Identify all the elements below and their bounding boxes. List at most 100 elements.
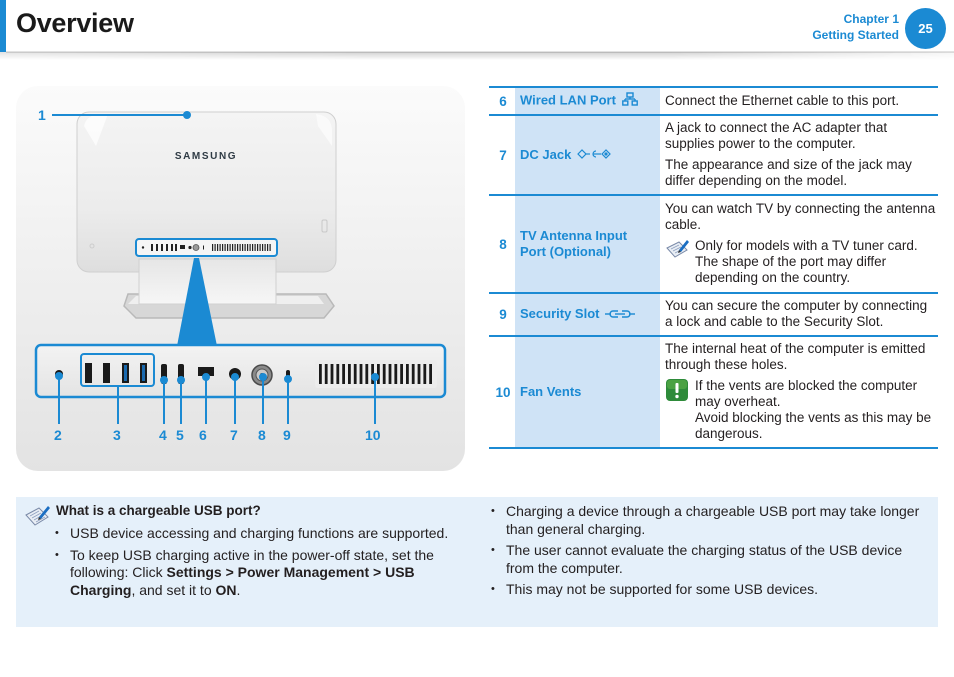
vent-slat [264, 244, 266, 251]
note-pencil-icon [665, 238, 695, 286]
vent-slat [217, 244, 219, 251]
dc-jack-icon [577, 147, 611, 163]
row-description: A jack to connect the AC adapter that su… [660, 115, 938, 195]
vent-slat [336, 364, 340, 384]
row-label: DC Jack [515, 115, 660, 195]
vent-slat [269, 244, 271, 251]
vent-slat [267, 244, 269, 251]
vent-slat [359, 364, 363, 384]
note-pencil-icon [24, 503, 52, 534]
lan-icon [621, 92, 638, 110]
row-number: 7 [499, 147, 507, 163]
vent-slat [257, 244, 259, 251]
list-item: USB device accessing and charging functi… [55, 525, 465, 543]
vent-slat [249, 244, 251, 251]
table-row: 10 Fan Vents The internal heat of the co… [489, 336, 938, 448]
list-item: This may not be supported for some USB d… [491, 581, 931, 599]
usb-port [85, 363, 92, 383]
vent-slat [252, 244, 254, 251]
vent-slat [227, 244, 229, 251]
list-item-text: , and set it to [131, 581, 216, 598]
table-row: 6 Wired LAN Port Connect the Ethernet ca… [489, 87, 938, 115]
row-description: The internal heat of the computer is emi… [660, 336, 938, 448]
stand-neck [138, 258, 277, 305]
row-label: Fan Vents [515, 336, 660, 448]
list-item: Charging a device through a chargeable U… [491, 503, 931, 538]
vent-slat [406, 364, 409, 384]
samsung-logo: SAMSUNG [175, 151, 237, 162]
chapter-label: Chapter 1 Getting Started [812, 11, 899, 43]
page-title: Overview [16, 8, 134, 38]
description-text: The appearance and size of the jack may … [665, 157, 912, 188]
row-description: Connect the Ethernet cable to this port. [660, 87, 938, 115]
vent-slat [224, 244, 226, 251]
vent-slat [348, 364, 351, 384]
vent-slat [262, 244, 264, 251]
row-label-text: Security Slot [520, 306, 600, 322]
description-text: A jack to connect the AC adapter that su… [665, 120, 888, 151]
vent-slat [342, 364, 345, 384]
chapter-number: Chapter 1 [843, 12, 899, 26]
vent-slat [365, 364, 369, 384]
vent-slat [259, 244, 261, 251]
vent-slat [234, 244, 236, 251]
row-label: TV Antenna Input Port (Optional) [515, 195, 660, 293]
caution-line-1: If the vents are blocked the computer ma… [695, 378, 918, 409]
vent-slat [353, 364, 357, 384]
list-item: To keep USB charging active in the power… [55, 547, 465, 600]
ports-table: 6 Wired LAN Port Connect the Ethernet ca… [489, 86, 938, 449]
computer-rear-illustration: SAMSUNG [34, 111, 447, 424]
table-row: 9 Security Slot You can secure the compu… [489, 293, 938, 336]
chapter-title: Getting Started [812, 28, 899, 42]
vent-slat [319, 364, 322, 384]
vent-slat [229, 244, 231, 251]
caution-icon [665, 378, 695, 442]
vent-slat [394, 364, 398, 384]
vent-slat [330, 364, 334, 384]
security-slot-icon [605, 307, 636, 323]
vent-slat [411, 364, 415, 384]
vent-slat [212, 244, 214, 251]
callout-5: 5 [176, 427, 184, 443]
row-label-text: DC Jack [520, 146, 572, 162]
row-description: You can secure the computer by connectin… [660, 293, 938, 336]
caution-text: If the vents are blocked the computer ma… [695, 378, 938, 442]
vent-slat [400, 364, 403, 384]
vent-slat [239, 244, 241, 251]
description-text: Connect the Ethernet cable to this port. [665, 92, 900, 108]
callout-2: 2 [54, 427, 62, 443]
setting-value: ON [215, 581, 237, 598]
caution-note: If the vents are blocked the computer ma… [665, 378, 938, 442]
vent-slat [324, 364, 328, 384]
page-number-badge: 25 [905, 8, 946, 49]
row-description: You can watch TV by connecting the anten… [660, 195, 938, 293]
row-number: 6 [499, 93, 507, 109]
vent-slat [388, 364, 392, 384]
vent-slat [232, 244, 234, 251]
caution-line-2: Avoid blocking the vents as this may be … [695, 410, 932, 441]
vent-slat [247, 244, 249, 251]
note-right-list: Charging a device through a chargeable U… [491, 503, 931, 603]
usb-info-note: What is a chargeable USB port? USB devic… [16, 497, 938, 627]
vent-slat [244, 244, 246, 251]
row-number: 10 [495, 384, 511, 400]
header-shadow [0, 52, 954, 60]
row-number: 9 [499, 307, 507, 322]
table-row: 8 TV Antenna Input Port (Optional) You c… [489, 195, 938, 293]
callout-4: 4 [159, 427, 167, 443]
vent-slat [423, 364, 427, 384]
row-number: 8 [499, 236, 507, 252]
callout-8: 8 [258, 427, 266, 443]
vent-slat [219, 244, 221, 251]
port-strip-thumbnail [135, 238, 278, 257]
vent-slat [417, 364, 421, 384]
vent-slat [222, 244, 224, 251]
vent-slat [214, 244, 216, 251]
callout-7: 7 [230, 427, 238, 443]
usb-port [103, 363, 110, 383]
vent-slat [242, 244, 244, 251]
callout-6: 6 [199, 427, 207, 443]
row-label: Wired LAN Port [515, 87, 660, 115]
vent-slat [429, 364, 432, 384]
callout-3: 3 [113, 427, 121, 443]
